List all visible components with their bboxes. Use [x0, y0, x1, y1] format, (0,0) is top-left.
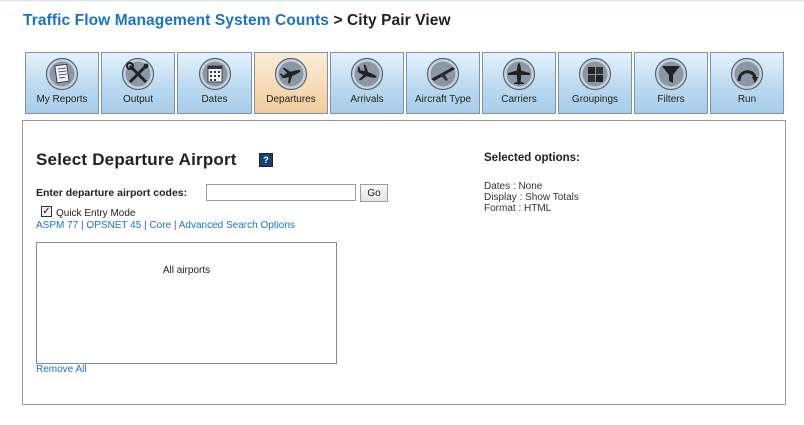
tab-run-label: Run — [737, 94, 757, 105]
tab-departures[interactable]: Departures — [254, 52, 328, 114]
advanced-search-link[interactable]: Advanced Search Options — [179, 220, 295, 231]
opsnet45-link[interactable]: OPSNET 45 — [86, 220, 141, 231]
tab-filters[interactable]: Filters — [634, 52, 708, 114]
calendar-icon — [198, 57, 231, 91]
document-icon — [45, 57, 79, 91]
go-button[interactable]: Go — [360, 184, 388, 202]
tab-arrivals[interactable]: Arrivals — [330, 52, 404, 114]
breadcrumb-current: City Pair View — [347, 12, 451, 29]
breadcrumb-root-link[interactable]: Traffic Flow Management System Counts — [23, 12, 329, 29]
list-item[interactable]: All airports — [37, 265, 336, 276]
tab-arrivals-label: Arrivals — [350, 94, 384, 105]
tab-output[interactable]: Output — [101, 52, 175, 114]
selected-option-format: Format : HTML — [484, 203, 552, 214]
selected-option-dates: Dates : None — [484, 181, 543, 192]
link-separator: | — [144, 220, 147, 231]
tab-my-reports[interactable]: My Reports — [25, 52, 99, 114]
link-separator: | — [81, 220, 84, 231]
breadcrumb-separator: > — [333, 12, 343, 29]
tab-dates-label: Dates — [201, 94, 228, 105]
selected-options-heading: Selected options: — [484, 152, 580, 164]
top-divider — [0, 0, 804, 1]
selected-airports-list[interactable]: All airports — [36, 242, 337, 364]
arrival-plane-icon — [350, 57, 384, 91]
tab-aircraft-type-label: Aircraft Type — [415, 94, 471, 105]
selected-option-display: Display : Show Totals — [484, 192, 579, 203]
tab-my-reports-label: My Reports — [36, 94, 88, 105]
tab-carriers-label: Carriers — [501, 94, 537, 105]
airport-group-links: ASPM 77 | OPSNET 45 | Core | Advanced Se… — [36, 220, 295, 231]
content-panel: Select Departure Airport ? Enter departu… — [22, 120, 786, 405]
page-title: Traffic Flow Management System Counts > … — [23, 12, 451, 30]
section-heading: Select Departure Airport — [36, 150, 237, 169]
remove-all-link[interactable]: Remove All — [36, 364, 87, 375]
aspm77-link[interactable]: ASPM 77 — [36, 220, 78, 231]
tab-groupings-label: Groupings — [571, 94, 619, 105]
tab-carriers[interactable]: Carriers — [482, 52, 556, 114]
departure-plane-icon — [274, 57, 308, 91]
tab-dates[interactable]: Dates — [177, 52, 252, 114]
filter-icon — [654, 57, 688, 91]
tools-icon — [121, 57, 155, 91]
groupings-icon — [578, 57, 612, 91]
link-separator: | — [173, 220, 177, 231]
aircraft-wing-icon — [426, 57, 460, 91]
tab-output-label: Output — [122, 94, 154, 105]
tab-groupings[interactable]: Groupings — [558, 52, 632, 114]
airport-code-label: Enter departure airport codes: — [36, 187, 188, 199]
tab-filters-label: Filters — [657, 94, 685, 105]
quick-entry-checkbox[interactable]: ✓ — [41, 206, 52, 217]
quick-entry-label: Quick Entry Mode — [56, 208, 136, 219]
core-link[interactable]: Core — [149, 220, 171, 231]
tab-aircraft-type[interactable]: Aircraft Type — [406, 52, 480, 114]
tab-departures-label: Departures — [266, 94, 316, 105]
airplane-icon — [502, 57, 536, 91]
airport-code-input[interactable] — [206, 184, 356, 201]
run-icon — [730, 57, 764, 91]
tab-run[interactable]: Run — [710, 52, 784, 114]
help-icon[interactable]: ? — [259, 153, 273, 167]
